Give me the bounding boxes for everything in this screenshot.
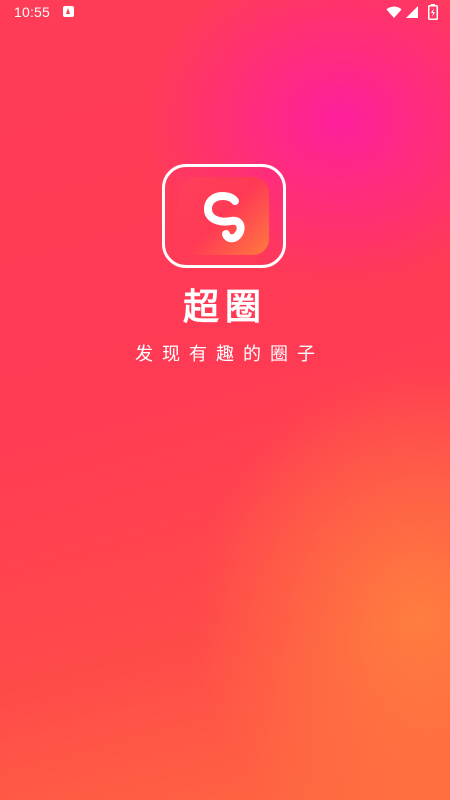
- status-time: 10:55: [14, 4, 51, 20]
- app-slogan: 发现有趣的圈子: [135, 344, 324, 365]
- wifi-icon: [386, 6, 402, 18]
- status-bar: 10:55: [0, 0, 450, 26]
- splash-screen: 10:55 超圈 发现有趣的圈子: [0, 0, 450, 800]
- battery-charging-icon: [428, 4, 438, 20]
- app-name: 超圈: [182, 287, 267, 328]
- cell-signal-icon: [406, 6, 418, 18]
- swirl-s-logo-icon: [204, 192, 245, 243]
- accessibility-a-icon: [63, 6, 74, 17]
- logo-background: [179, 177, 269, 255]
- app-logo: [162, 164, 286, 268]
